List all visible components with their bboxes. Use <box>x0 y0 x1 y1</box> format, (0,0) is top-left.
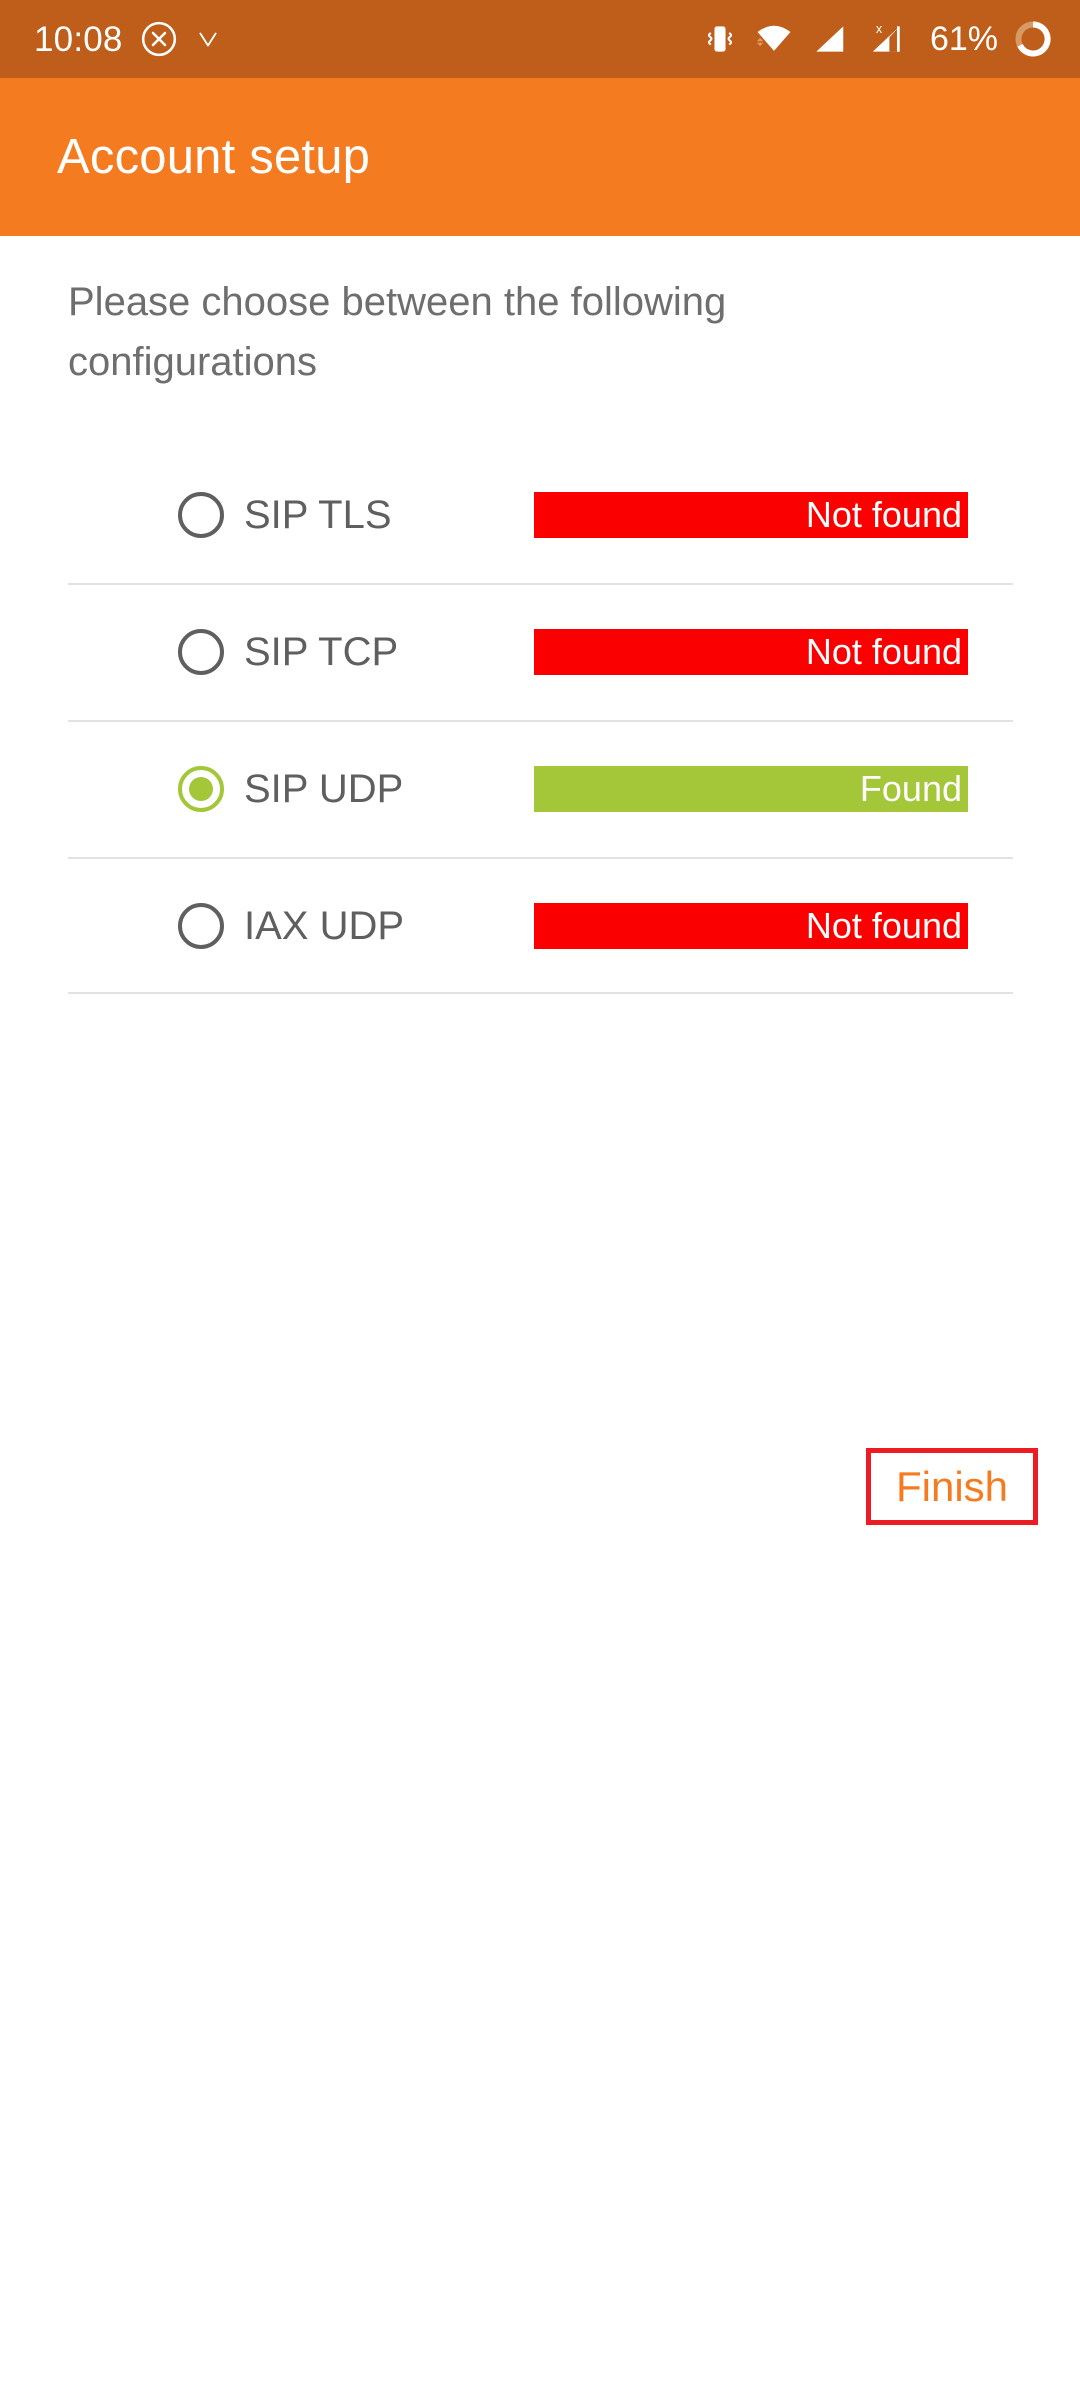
phone-screen: 10:08 x 61% Account setup Please choose … <box>0 0 1080 2400</box>
wifi-icon <box>753 20 795 58</box>
option-label-sip-tls: SIP TLS <box>244 492 392 537</box>
status-badge-sip-tcp: Not found <box>534 628 968 675</box>
option-row-sip-udp[interactable]: SIP UDP Found <box>0 720 1080 857</box>
status-bar-clock: 10:08 <box>34 19 123 59</box>
content-area: Please choose between the following conf… <box>0 236 1080 2400</box>
battery-charging-icon <box>1012 18 1054 60</box>
option-label-iax-udp: IAX UDP <box>244 903 405 948</box>
app-bar: Account setup <box>0 78 1080 236</box>
status-bar-right-group: x 61% <box>701 18 1054 60</box>
radio-button-sip-tls[interactable] <box>178 491 224 538</box>
circled-x-icon <box>140 20 178 58</box>
instruction-text: Please choose between the following conf… <box>68 280 727 384</box>
option-label-sip-udp: SIP UDP <box>244 766 404 811</box>
configuration-options-list: SIP TLS Not found SIP TCP Not found SIP … <box>0 446 1080 994</box>
chevron-v-icon <box>195 24 221 54</box>
radio-button-sip-tcp[interactable] <box>178 628 224 675</box>
radio-button-iax-udp[interactable] <box>178 902 224 949</box>
option-row-sip-tcp[interactable]: SIP TCP Not found <box>0 583 1080 720</box>
radio-button-sip-udp[interactable] <box>178 765 224 812</box>
vibrate-icon <box>701 20 739 58</box>
battery-percent-label: 61% <box>929 20 998 58</box>
status-badge-iax-udp: Not found <box>534 902 968 949</box>
finish-button[interactable]: Finish <box>866 1448 1038 1525</box>
signal-no-service-icon: x <box>863 20 911 58</box>
option-row-iax-udp[interactable]: IAX UDP Not found <box>0 857 1080 994</box>
option-label-sip-tcp: SIP TCP <box>244 629 399 674</box>
status-badge-sip-tls: Not found <box>534 491 968 538</box>
option-row-sip-tls[interactable]: SIP TLS Not found <box>0 446 1080 583</box>
page-title: Account setup <box>57 130 371 184</box>
status-bar-left-group: 10:08 <box>34 20 221 58</box>
svg-text:x: x <box>876 22 883 36</box>
signal-bars-icon <box>809 20 849 58</box>
status-badge-sip-udp: Found <box>534 765 968 812</box>
status-bar: 10:08 x 61% <box>0 0 1080 78</box>
